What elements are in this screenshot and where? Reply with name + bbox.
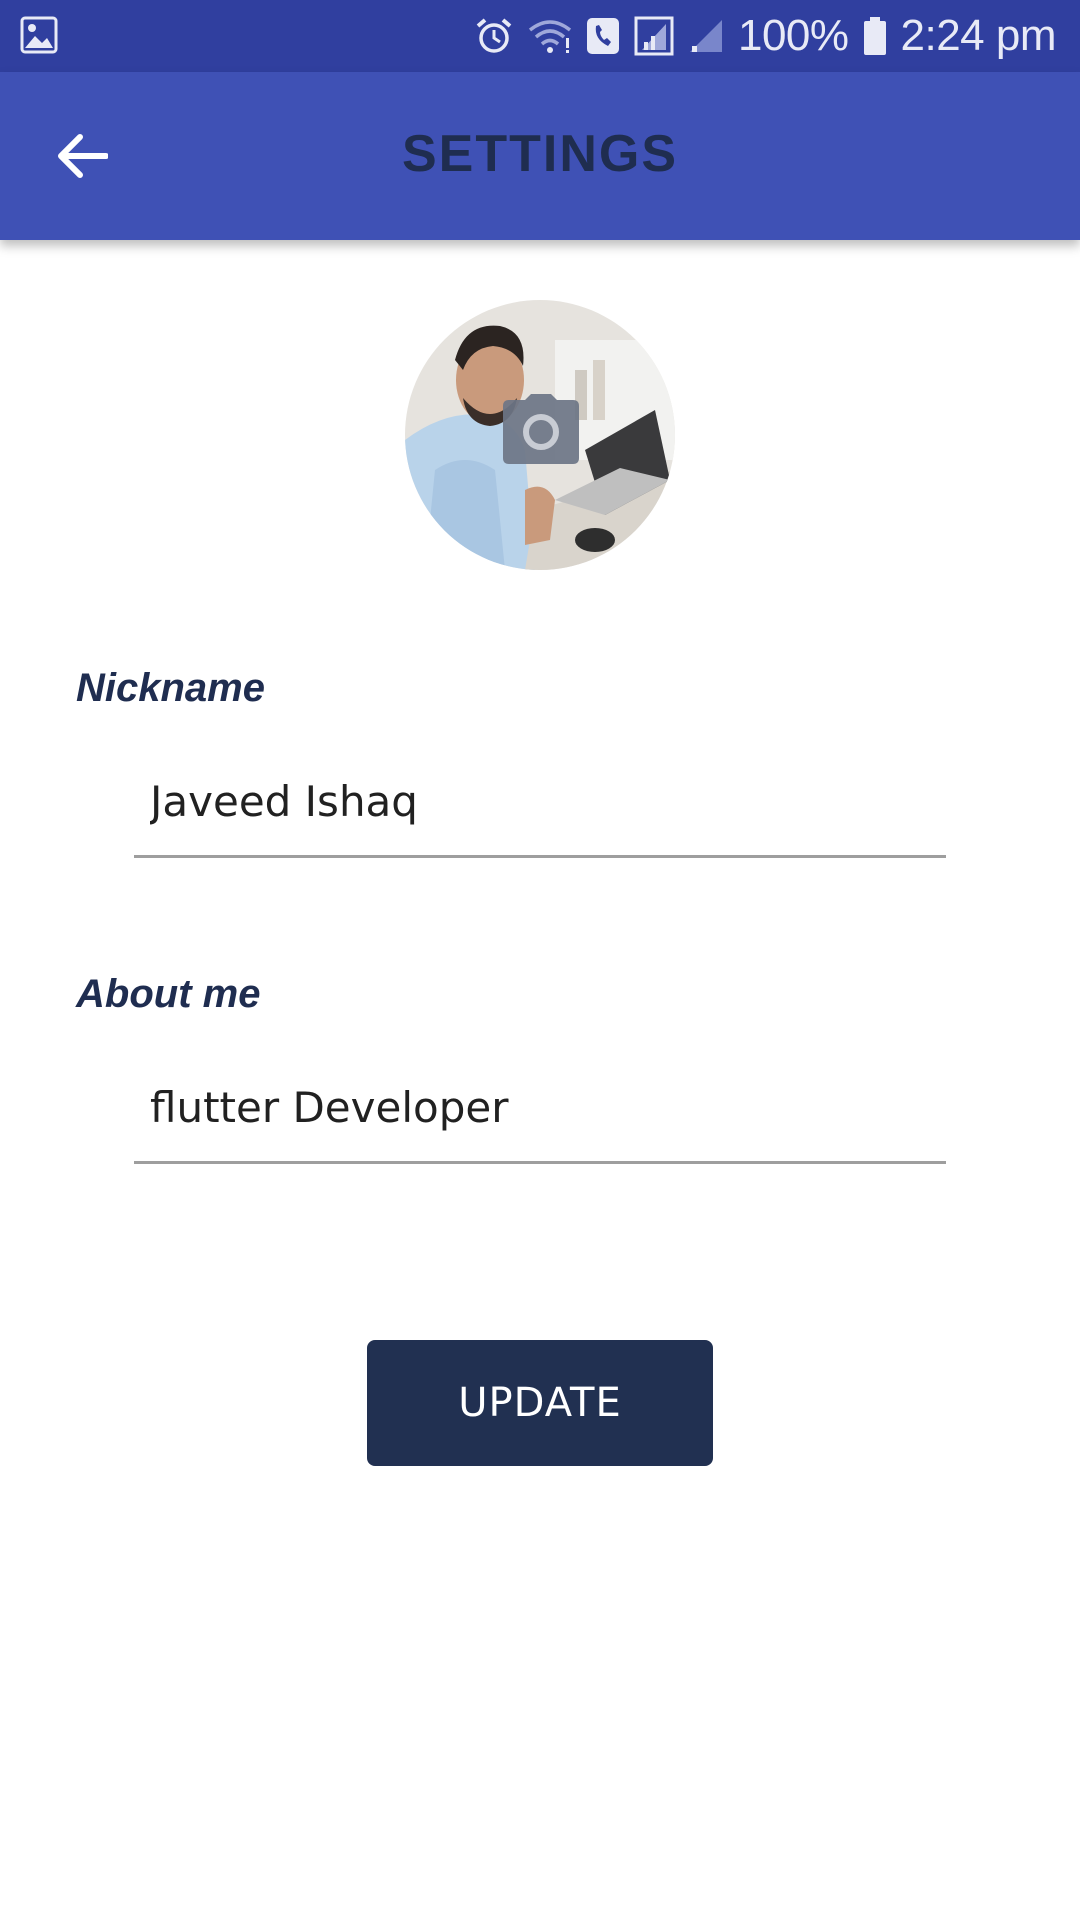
alarm-icon (476, 18, 512, 53)
signal-icon (634, 16, 674, 56)
nickname-input[interactable] (134, 748, 946, 858)
about-input[interactable] (134, 1054, 946, 1164)
camera-icon (503, 394, 579, 464)
status-bar: 100% 2:24 pm (0, 0, 1080, 72)
page-title: SETTINGS (401, 125, 679, 183)
profile-avatar[interactable] (405, 300, 675, 570)
battery-percent: 100% (737, 11, 849, 60)
call-icon (586, 18, 619, 54)
signal-weak-icon (689, 20, 722, 52)
image-icon (20, 16, 58, 54)
update-button[interactable]: UPDATE (367, 1340, 713, 1466)
nickname-label: Nickname (76, 666, 265, 710)
battery-icon (863, 17, 886, 55)
app-bar: SETTINGS (0, 72, 1080, 240)
clock: 2:24 pm (900, 11, 1057, 60)
wifi-icon (528, 20, 572, 53)
about-label: About me (76, 972, 261, 1016)
